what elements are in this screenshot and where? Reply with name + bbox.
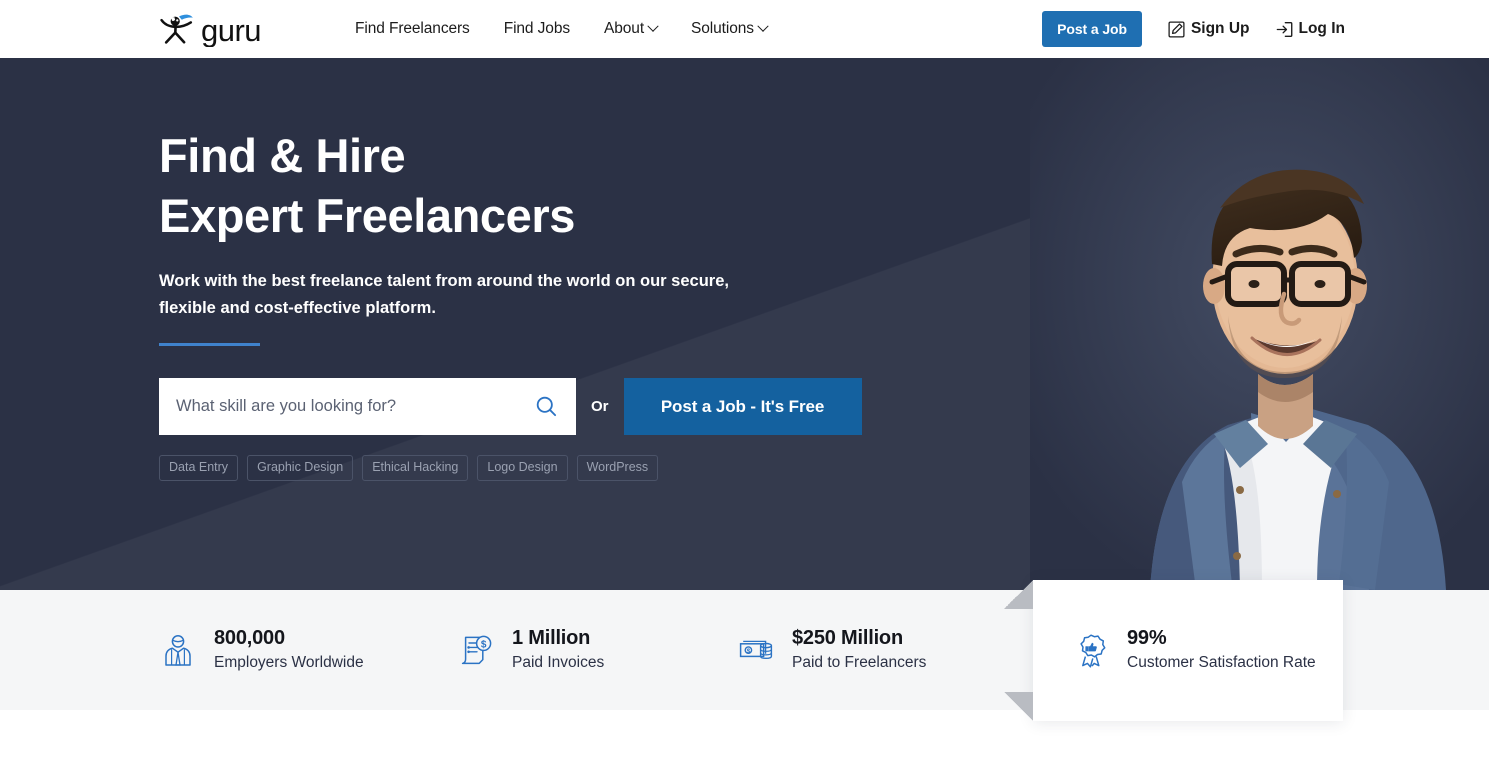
skill-tag-wordpress[interactable]: WordPress [576,455,659,481]
nav-item-find-freelancers[interactable]: Find Freelancers [338,20,487,38]
nav-label: About [604,20,645,37]
main-nav: Find Freelancers Find Jobs About Solutio… [338,20,784,38]
stat-label: Paid Invoices [512,653,605,671]
post-a-job-button[interactable]: Post a Job [1042,11,1142,47]
sign-up-label: Sign Up [1190,20,1250,37]
search-input[interactable] [176,397,531,416]
popular-skill-tags: Data Entry Graphic Design Ethical Hackin… [159,455,1489,481]
stat-value: 800,000 [214,626,285,649]
chevron-down-icon [757,20,769,32]
pencil-edit-icon [1168,20,1185,38]
stat-value: 1 Million [512,626,591,649]
or-separator-label: Or [591,398,609,415]
nav-item-about[interactable]: About [587,20,674,38]
hero-search-row: Or Post a Job - It's Free [159,378,1489,435]
hero-content: Find & Hire Expert Freelancers Work with… [0,58,1489,481]
magnifier-icon [536,396,557,417]
stat-label: Employers Worldwide [214,653,364,671]
accent-divider [159,343,260,346]
guru-stickman-logo: guru [160,13,262,47]
svg-text:$: $ [481,639,487,650]
skill-tag-data-entry[interactable]: Data Entry [159,455,239,481]
card-text: 99% Customer Satisfaction Rate [1127,626,1316,674]
stat-text: 1 Million Paid Invoices [512,626,604,674]
hero-section: Find & Hire Expert Freelancers Work with… [0,58,1489,590]
search-box[interactable] [159,378,576,435]
svg-text:$: $ [747,648,751,655]
skill-tag-ethical-hacking[interactable]: Ethical Hacking [362,455,469,481]
nav-label: Find Jobs [503,20,571,37]
site-header: guru Find Freelancers Find Jobs About So… [0,0,1489,58]
stat-text: 800,000 Employers Worldwide [214,626,364,674]
stat-label: Paid to Freelancers [792,653,927,671]
employer-person-icon [159,631,197,669]
card-corner-flap-top [1004,580,1033,609]
hero-title-line-1: Find & Hire [159,129,406,182]
post-a-job-free-button[interactable]: Post a Job - It's Free [623,378,862,435]
nav-item-find-jobs[interactable]: Find Jobs [487,20,587,38]
stat-paid-to-freelancers: $ $250 Million Paid to Freelancers [737,626,1017,674]
stat-value: $250 Million [792,626,903,649]
chevron-down-icon [647,20,659,32]
stat-text: $250 Million Paid to Freelancers [792,626,926,674]
stat-employers-worldwide: 800,000 Employers Worldwide [159,626,457,674]
skill-tag-graphic-design[interactable]: Graphic Design [247,455,354,481]
header-actions: Post a Job Sign Up Log In [1042,11,1489,47]
sign-in-arrow-icon [1276,21,1292,37]
nav-label: Solutions [691,20,754,37]
guru-logo[interactable]: guru [159,11,290,47]
card-value: 99% [1127,627,1167,650]
log-in-label: Log In [1298,20,1346,37]
cash-money-icon: $ [737,631,775,669]
hero-subtitle: Work with the best freelance talent from… [159,272,729,317]
sign-up-link[interactable]: Sign Up [1168,20,1250,38]
hero-title-line-2: Expert Freelancers [159,189,576,242]
customer-satisfaction-card: 99% Customer Satisfaction Rate [1004,580,1343,721]
log-in-link[interactable]: Log In [1276,20,1346,38]
skill-tag-logo-design[interactable]: Logo Design [477,455,568,481]
nav-label: Find Freelancers [355,20,470,37]
ribbon-thumbs-up-icon [1072,632,1110,670]
search-submit-button[interactable] [531,395,562,418]
card-label: Customer Satisfaction Rate [1127,654,1316,672]
nav-item-solutions[interactable]: Solutions [674,20,784,38]
page-title: Find & Hire Expert Freelancers [159,126,1489,246]
invoice-dollar-icon: $ [457,631,495,669]
svg-text:guru: guru [201,13,261,47]
stat-paid-invoices: $ 1 Million Paid Invoices [457,626,737,674]
card-corner-flap-bottom [1004,692,1033,721]
